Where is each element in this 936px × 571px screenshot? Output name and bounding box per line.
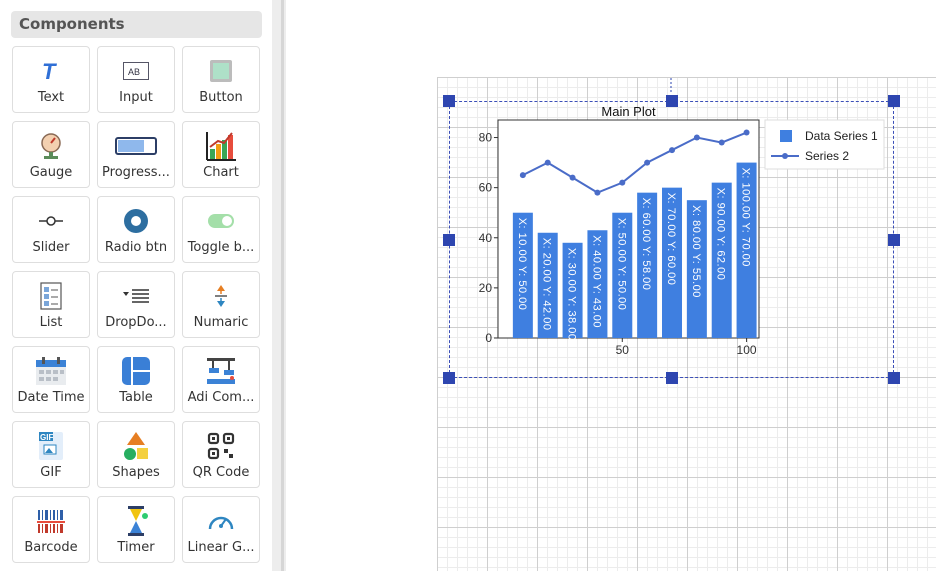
handle-bottom-left[interactable] [443, 372, 455, 384]
selection-box [449, 101, 894, 378]
handle-top-left[interactable] [443, 95, 455, 107]
handle-left[interactable] [443, 234, 455, 246]
handle-bottom[interactable] [666, 372, 678, 384]
handle-top-right[interactable] [888, 95, 900, 107]
handle-top[interactable] [666, 95, 678, 107]
handle-right[interactable] [888, 234, 900, 246]
handle-bottom-right[interactable] [888, 372, 900, 384]
